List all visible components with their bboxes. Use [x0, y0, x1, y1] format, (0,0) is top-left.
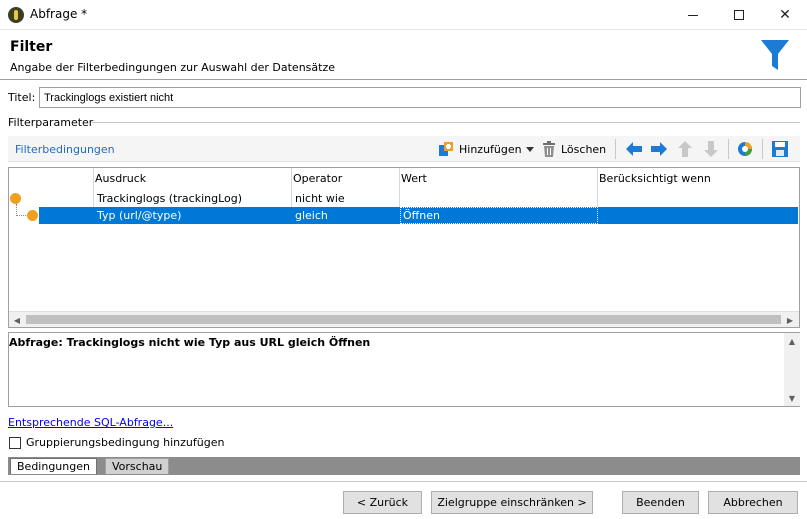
table-row[interactable]: Trackinglogs (trackingLog) nicht wie	[94, 190, 799, 207]
condition-node-icon	[10, 193, 21, 204]
scroll-down-icon[interactable]: ▼	[784, 390, 800, 406]
toolbar-divider	[615, 139, 616, 159]
tab-preview[interactable]: Vorschau	[105, 458, 170, 474]
restrict-target-button[interactable]: Zielgruppe einschränken >	[431, 491, 593, 514]
value-cell[interactable]: Öffnen	[400, 207, 598, 224]
add-button[interactable]: Hinzufügen	[438, 140, 522, 158]
query-description-text: Abfrage: Trackinglogs nicht wie Typ aus …	[9, 336, 371, 349]
minimize-button[interactable]	[670, 0, 716, 30]
trash-icon	[543, 141, 555, 157]
tab-conditions[interactable]: Bedingungen	[10, 458, 97, 474]
maximize-button[interactable]	[716, 0, 762, 30]
move-left-button[interactable]	[626, 140, 642, 158]
toolbar-divider	[762, 139, 763, 159]
cancel-button[interactable]: Abbrechen	[708, 491, 798, 514]
distribution-icon	[738, 142, 752, 156]
save-button[interactable]	[772, 140, 788, 158]
column-header-expression[interactable]: Ausdruck	[95, 172, 146, 185]
scroll-left-icon[interactable]: ◀	[9, 312, 25, 328]
arrow-left-icon	[626, 142, 642, 156]
finish-button[interactable]: Beenden	[622, 491, 699, 514]
table-row-selected[interactable]: Typ (url/@type) gleich Öffnen	[39, 207, 798, 224]
condition-node-icon	[27, 210, 38, 221]
dropdown-arrow-icon	[526, 147, 534, 152]
expression-cell: Trackinglogs (trackingLog)	[97, 192, 243, 205]
title-input[interactable]	[39, 87, 801, 108]
save-icon	[772, 141, 788, 157]
filter-conditions-label: Filterbedingungen	[15, 143, 115, 156]
funnel-icon	[761, 40, 789, 70]
column-header-condition[interactable]: Berücksichtigt wenn	[599, 172, 711, 185]
horizontal-scrollbar[interactable]: ◀ ▶	[9, 311, 799, 327]
conditions-grid: Ausdruck Operator Wert Berücksichtigt we…	[8, 167, 800, 328]
close-button[interactable]: ✕	[762, 0, 807, 30]
move-right-button[interactable]	[651, 140, 667, 158]
minimize-icon	[688, 14, 698, 16]
delete-label: Löschen	[561, 142, 607, 156]
page-subtitle: Angabe der Filterbedingungen zur Auswahl…	[10, 61, 335, 74]
app-icon	[8, 7, 24, 23]
query-description: Abfrage: Trackinglogs nicht wie Typ aus …	[8, 332, 800, 407]
expression-cell: Typ (url/@type)	[97, 209, 182, 222]
arrow-up-icon	[678, 141, 692, 157]
scroll-up-icon[interactable]: ▲	[784, 333, 800, 349]
window-titlebar: Abfrage * ✕	[0, 0, 807, 30]
grouping-checkbox[interactable]	[9, 437, 21, 449]
filter-toolbar: Filterbedingungen Hinzufügen Löschen	[8, 136, 800, 162]
add-dropdown-button[interactable]	[526, 140, 534, 158]
sql-query-link[interactable]: Entsprechende SQL-Abfrage...	[8, 416, 173, 429]
move-down-button[interactable]	[704, 140, 718, 158]
toolbar-divider	[728, 139, 729, 159]
grouping-checkbox-label[interactable]: Gruppierungsbedingung hinzufügen	[26, 436, 224, 449]
add-icon	[439, 142, 453, 156]
window-title: Abfrage *	[30, 7, 88, 21]
column-header-operator[interactable]: Operator	[293, 172, 342, 185]
arrow-down-icon	[704, 141, 718, 157]
maximize-icon	[734, 10, 744, 20]
column-header-value[interactable]: Wert	[401, 172, 427, 185]
header-divider	[0, 79, 807, 80]
back-button[interactable]: < Zurück	[343, 491, 422, 514]
operator-cell: nicht wie	[295, 192, 345, 205]
add-label: Hinzufügen	[459, 142, 522, 156]
footer-divider	[0, 481, 807, 482]
vertical-scrollbar[interactable]: ▲ ▼	[784, 333, 800, 406]
tab-bar: Bedingungen Vorschau	[8, 457, 800, 475]
distribution-button[interactable]	[737, 140, 753, 158]
page-title: Filter	[10, 39, 53, 55]
close-icon: ✕	[779, 7, 791, 23]
arrow-right-icon	[651, 142, 667, 156]
scrollbar-thumb[interactable]	[26, 315, 781, 324]
title-label: Titel:	[8, 91, 36, 104]
operator-cell: gleich	[295, 209, 328, 222]
move-up-button[interactable]	[678, 140, 692, 158]
delete-button[interactable]: Löschen	[542, 140, 606, 158]
scroll-right-icon[interactable]: ▶	[782, 312, 798, 328]
group-divider	[92, 122, 800, 123]
filter-parameters-legend: Filterparameter	[8, 116, 94, 129]
